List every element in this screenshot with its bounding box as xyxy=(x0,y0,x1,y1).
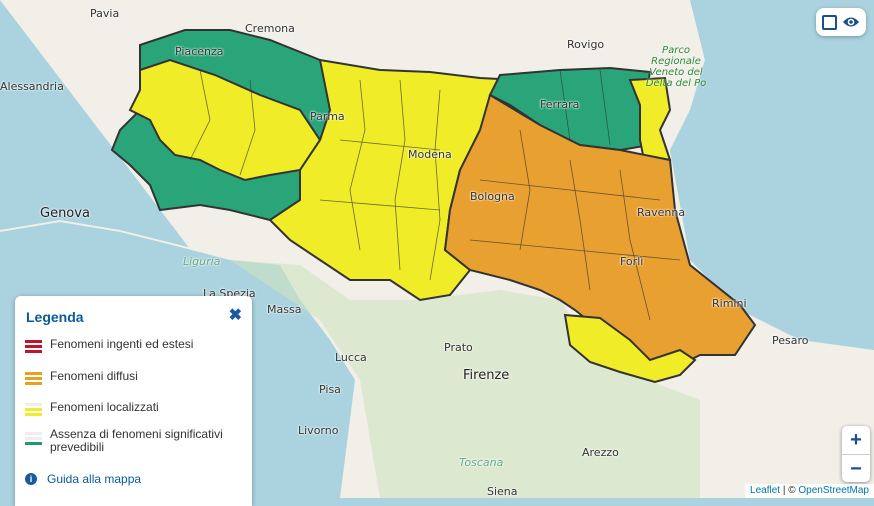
checkbox-icon[interactable] xyxy=(822,14,837,30)
legend-item-label: Fenomeni ingenti ed estesi xyxy=(50,337,194,351)
city-label: Siena xyxy=(487,485,518,498)
city-label: Parma xyxy=(310,110,345,123)
legend-item-yellow: Fenomeni localizzati xyxy=(25,401,159,416)
city-label: Ravenna xyxy=(637,206,686,219)
city-label: Livorno xyxy=(298,424,339,437)
city-label: Ferrara xyxy=(540,98,580,111)
region-label: Toscana xyxy=(459,456,504,469)
city-label: Firenze xyxy=(463,368,510,383)
city-label: Forlì xyxy=(620,255,644,268)
city-label: Lucca xyxy=(335,351,367,364)
legend-swatch xyxy=(25,432,42,445)
osm-link[interactable]: OpenStreetMap xyxy=(798,485,869,496)
city-label: Genova xyxy=(40,206,90,221)
legend-item-label: Assenza di fenomeni significativi preved… xyxy=(50,427,223,454)
attribution-separator: | © xyxy=(780,485,799,496)
city-label: Pesaro xyxy=(772,334,809,347)
legend-swatch xyxy=(25,372,42,385)
eye-icon[interactable] xyxy=(842,15,860,29)
city-label: Arezzo xyxy=(582,446,619,459)
zoom-in-button[interactable]: + xyxy=(842,426,870,455)
city-label: Cremona xyxy=(245,22,295,35)
legend-panel: Legenda ✖ Fenomeni ingenti ed estesi Fen… xyxy=(15,296,252,506)
city-label: Prato xyxy=(444,341,473,354)
city-label: Piacenza xyxy=(175,45,224,58)
city-label: Bologna xyxy=(470,190,515,203)
city-label: Modena xyxy=(408,148,452,161)
city-label: Alessandria xyxy=(0,80,64,93)
legend-item-label: Fenomeni localizzati xyxy=(50,400,159,414)
zoom-out-button[interactable]: − xyxy=(842,455,870,483)
legend-item-green: Assenza di fenomeni significativi preved… xyxy=(25,428,240,454)
city-label: Massa xyxy=(267,303,302,316)
legend-item-red: Fenomeni ingenti ed estesi xyxy=(25,338,193,353)
zoom-control: + − xyxy=(842,426,870,482)
legend-title: Legenda xyxy=(26,309,84,325)
region-label: Liguria xyxy=(183,255,221,268)
city-label: Rovigo xyxy=(567,38,605,51)
map-guide-label[interactable]: Guida alla mappa xyxy=(47,472,141,486)
layer-toggle[interactable] xyxy=(816,8,866,36)
map-attribution: Leaflet | © OpenStreetMap xyxy=(745,484,874,498)
legend-swatch xyxy=(25,340,42,353)
legend-item-label: Fenomeni diffusi xyxy=(50,369,138,383)
city-label: Rimini xyxy=(712,297,747,310)
city-label: Pavia xyxy=(90,7,120,20)
info-icon: i xyxy=(25,473,37,485)
legend-swatch xyxy=(25,403,42,416)
leaflet-link[interactable]: Leaflet xyxy=(750,485,780,496)
legend-item-orange: Fenomeni diffusi xyxy=(25,370,138,385)
map-guide-link[interactable]: i Guida alla mappa xyxy=(25,472,141,486)
city-label: Pisa xyxy=(319,383,341,396)
park-label: Parco Regionale Veneto del Delta del Po xyxy=(645,45,707,89)
close-icon[interactable]: ✖ xyxy=(229,305,242,325)
